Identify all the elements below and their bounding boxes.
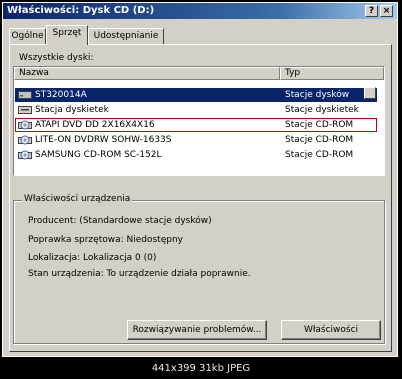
floppy-drive-icon [18,106,32,114]
device-name: LITE-ON DVDRW SOHW-1633S [35,135,172,145]
tab-hardware[interactable]: Sprzęt [46,25,88,45]
image-caption: 441x399 31kb JPEG [151,363,251,374]
device-row[interactable]: Stacja dyskietek Stacje dyskietek [15,103,377,117]
cdrom-drive-icon [18,120,32,130]
column-name-header[interactable]: Nazwa [14,67,280,80]
cdrom-drive-icon [18,150,32,160]
device-type: Stacje dysków [285,90,350,100]
device-name: Stacja dyskietek [35,105,109,115]
device-row[interactable]: LITE-ON DVDRW SOHW-1633S Stacje CD-ROM [15,133,377,147]
title-bar[interactable]: Właściwości: Dysk CD (D:) ? × [3,3,397,19]
device-type: Stacje dyskietek [285,105,359,115]
device-name: ATAPI DVD DD 2X16X4X16 [35,120,155,130]
device-name: ST320014A [35,90,87,100]
device-type: Stacje CD-ROM [285,120,354,130]
location-text: Lokalizacja: Lokalizacja 0 (0) [28,253,157,263]
column-type-header[interactable]: Typ [280,67,384,80]
troubleshoot-button[interactable]: Rozwiązywanie problemów... [127,320,267,340]
device-row[interactable]: SAMSUNG CD-ROM SC-152L Stacje CD-ROM [15,148,377,162]
device-type: Stacje CD-ROM [285,150,354,160]
device-name: SAMSUNG CD-ROM SC-152L [35,150,162,160]
tab-sharing[interactable]: Udostępnianie [88,28,164,44]
device-row[interactable]: ST320014A Stacje dysków [15,88,377,102]
close-button[interactable]: × [380,5,393,17]
devices-list[interactable]: Nazwa Typ ST320014A Stacje dysków Stacja… [13,66,385,176]
device-properties-title: Właściwości urządzenia [22,194,133,204]
revision-text: Poprawka sprzętowa: Niedostępny [28,235,183,245]
properties-button[interactable]: Właściwości [281,320,381,340]
help-button[interactable]: ? [365,5,378,17]
tab-general[interactable]: Ogólne [9,28,46,44]
device-type: Stacje CD-ROM [285,135,354,145]
producer-text: Producent: (Standardowe stacje dysków) [28,216,212,226]
cdrom-drive-icon [18,135,32,145]
device-row[interactable]: ATAPI DVD DD 2X16X4X16 Stacje CD-ROM [15,118,377,132]
status-text: Stan urządzenia: To urządzenie działa po… [28,269,251,279]
hard-disk-icon [18,91,32,99]
window-title: Właściwości: Dysk CD (D:) [7,5,155,16]
all-drives-label: Wszystkie dyski: [19,53,94,63]
scroll-up-arrow[interactable] [364,87,376,99]
